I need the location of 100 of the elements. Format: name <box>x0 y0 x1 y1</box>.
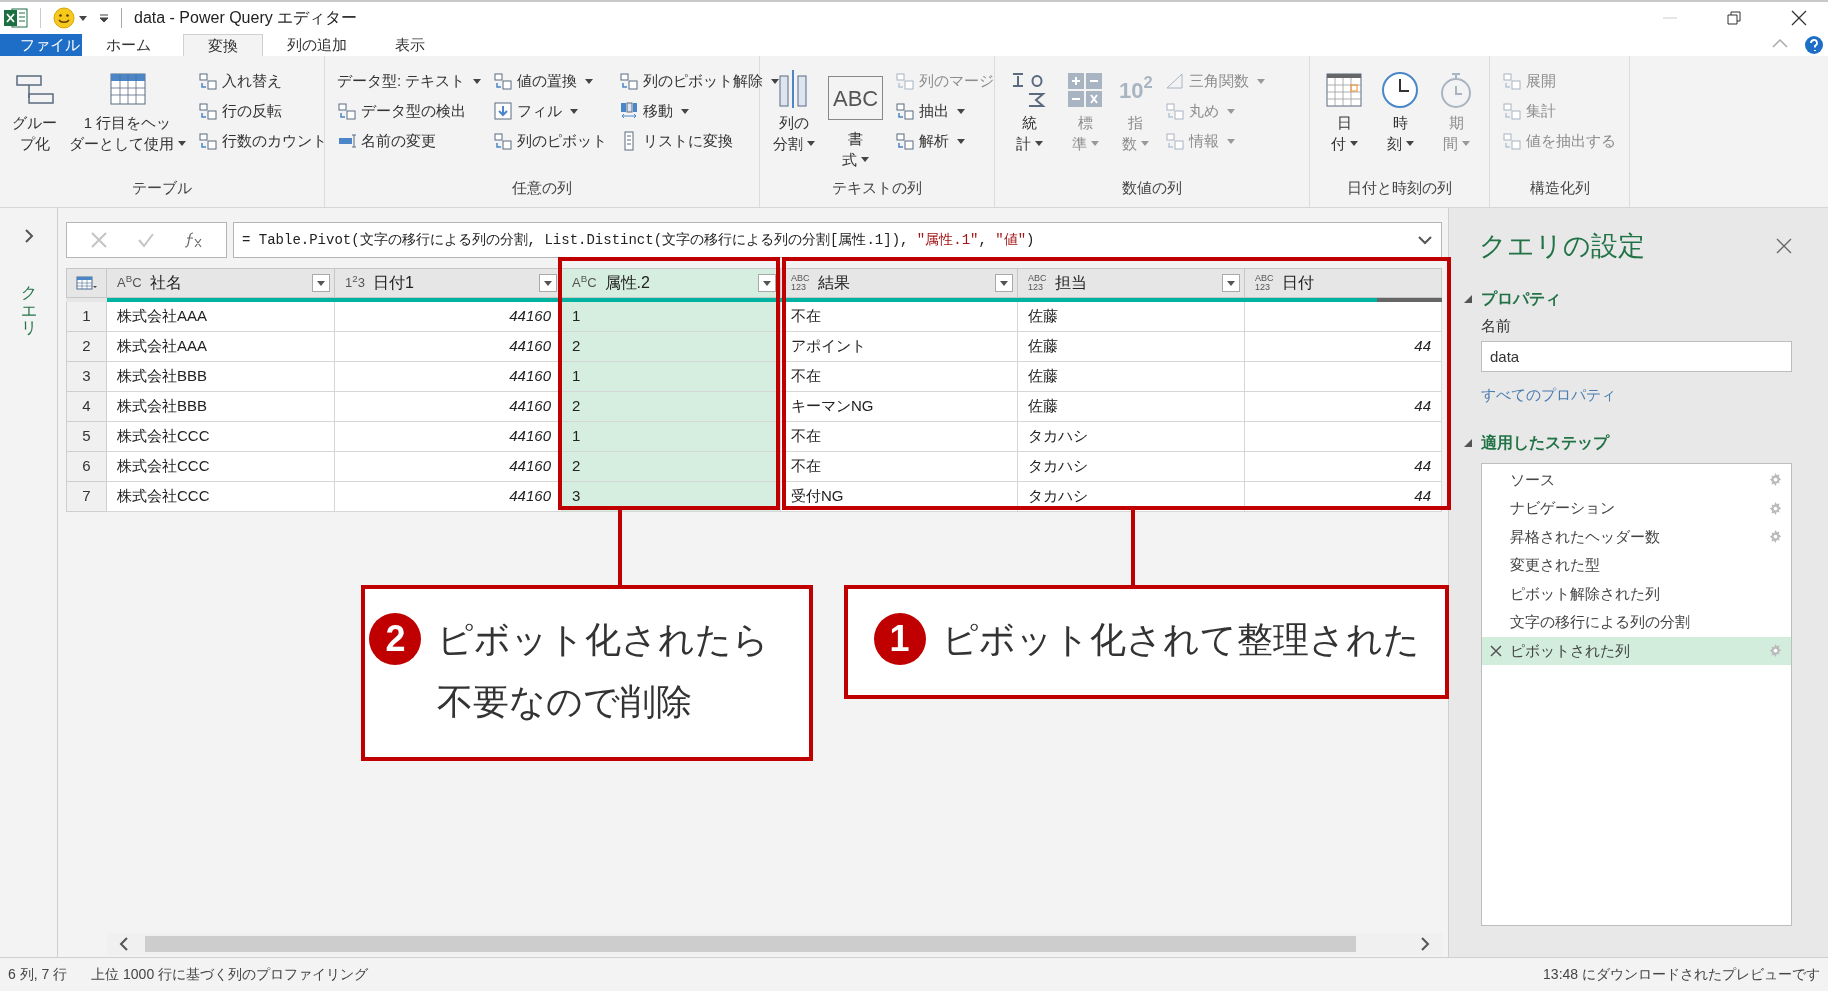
applied-step[interactable]: ナビゲーション <box>1482 494 1791 523</box>
data-type-icon[interactable]: 1$^{2}$3 <box>345 273 365 293</box>
text-format-icon: ABC <box>828 76 884 120</box>
cell-value: 44 <box>1414 336 1431 357</box>
data-type-icon[interactable]: ABC 123 <box>1028 274 1047 292</box>
file-tab[interactable]: ファイル <box>0 34 82 56</box>
step-label: 変更された型 <box>1510 555 1601 575</box>
ribbon-button[interactable]: データ型の検出 <box>337 98 482 124</box>
cell-value: 佐藤 <box>1028 366 1058 387</box>
ribbon-button[interactable]: 列のピボット <box>493 128 608 154</box>
status-preview: 13:48 にダウンロードされたプレビューです <box>1543 965 1820 984</box>
group-label: 構造化列 <box>1529 177 1590 198</box>
ribbon-button[interactable]: グルー プ化 <box>12 68 57 154</box>
ribbon-tab[interactable]: 列の追加 <box>263 34 371 56</box>
queries-label[interactable]: クエリ <box>20 284 37 337</box>
cell-value: 44160 <box>509 486 551 507</box>
row-number: 7 <box>66 482 107 512</box>
cell-value: キーマンNG <box>791 396 874 417</box>
ribbon-button[interactable]: 時 刻 <box>1378 68 1422 154</box>
ribbon-tab[interactable]: 変換 <box>183 34 263 56</box>
ribbon-tab[interactable]: ホーム <box>82 34 175 56</box>
cell-value: 2 <box>572 336 581 357</box>
cell-value: 株式会社CCC <box>117 456 210 477</box>
ribbon-button[interactable]: 値の置換 <box>493 68 608 94</box>
cell-value: 3 <box>572 486 581 507</box>
cell-value: 不在 <box>791 366 821 387</box>
applied-step[interactable]: 変更された型 <box>1482 551 1791 580</box>
column-name: 属性.2 <box>604 273 651 293</box>
cell-value: 佐藤 <box>1028 396 1058 417</box>
section-heading: 適用したステップ <box>1481 432 1609 453</box>
cell-value: 44 <box>1414 456 1431 477</box>
cell-value: 不在 <box>791 306 821 327</box>
row-number: 4 <box>66 392 107 422</box>
cell-value: 44160 <box>509 426 551 447</box>
applied-step[interactable]: ピボットされた列 <box>1482 636 1791 665</box>
cell-value: 44160 <box>509 336 551 357</box>
row-number: 2 <box>66 332 107 362</box>
status-profiling: 上位 1000 行に基づく列のプロファイリング <box>91 965 369 984</box>
applied-step[interactable]: 昇格されたヘッダー数 <box>1482 522 1791 551</box>
applied-step[interactable]: ソース <box>1482 465 1791 494</box>
data-type-icon[interactable]: ABC 123 <box>791 274 810 292</box>
applied-step[interactable]: ピボット解除された列 <box>1482 579 1791 608</box>
cell-value: アポイント <box>791 336 866 357</box>
ribbon-button[interactable]: 行数のカウント <box>198 128 327 154</box>
cell-value: 44160 <box>509 456 551 477</box>
row-number: 1 <box>66 302 107 332</box>
cell-value: 佐藤 <box>1028 336 1058 357</box>
cell-value: 1 <box>572 426 581 447</box>
group-label: 日付と時刻の列 <box>1347 177 1452 198</box>
cell-value: 不在 <box>791 456 821 477</box>
column-header[interactable]: A$^{B}$C 社名 <box>107 268 335 298</box>
ribbon-button[interactable]: 統 計 <box>1007 68 1051 154</box>
cell-value: 2 <box>572 396 581 417</box>
data-type-icon[interactable]: A$^{B}$C <box>572 273 597 293</box>
formula-bar[interactable]: = Table.Pivot(文字の移行による列の分割, List.Distinct(文字の移行による列の分割[属性.1]), "属性.1", "値") <box>233 222 1442 258</box>
cell-value: タカハシ <box>1028 486 1088 507</box>
cell-value: タカハシ <box>1028 456 1088 477</box>
cell-value: 株式会社AAA <box>117 336 207 357</box>
ribbon-tab[interactable]: 表示 <box>371 34 449 56</box>
ribbon-button[interactable]: フィル <box>493 98 608 124</box>
applied-step[interactable]: 文字の移行による列の分割 <box>1482 608 1791 637</box>
ribbon-button[interactable]: 入れ替え <box>198 68 327 94</box>
step-label: 文字の移行による列の分割 <box>1510 612 1691 632</box>
status-counts: 6 列, 7 行 <box>8 965 68 984</box>
exponent-icon: 10$^{2}$ <box>1119 68 1153 112</box>
callout-text: ピボット化されて整理された <box>941 618 1420 662</box>
column-name: 社名 <box>149 273 183 293</box>
group-label: 任意の列 <box>512 177 572 198</box>
window-title: data - Power Query エディター <box>134 8 358 28</box>
ribbon-button[interactable]: 1 行目をヘッ ダーとして使用 <box>69 68 186 154</box>
row-number: 6 <box>66 452 107 482</box>
cell-value: 株式会社BBB <box>117 396 207 417</box>
row-number: 5 <box>66 422 107 452</box>
data-type-icon[interactable]: A$^{B}$C <box>117 273 142 293</box>
cell-value: 44160 <box>509 366 551 387</box>
cell-value: 1 <box>572 306 581 327</box>
ribbon-button[interactable]: 抽出 <box>895 98 995 124</box>
column-name: 日付1 <box>372 273 415 293</box>
ribbon-button[interactable]: 行の反転 <box>198 98 327 124</box>
column-name: 日付 <box>1281 273 1315 293</box>
cell-value: 2 <box>572 456 581 477</box>
cell-value: 受付NG <box>791 486 844 507</box>
name-field[interactable]: data <box>1481 341 1792 372</box>
cell-value: 1 <box>572 366 581 387</box>
cell-value: 44 <box>1414 486 1431 507</box>
ribbon-button[interactable]: 解析 <box>895 128 995 154</box>
ribbon-button[interactable]: ABC 書 式 <box>828 68 884 170</box>
column-name: 結果 <box>817 273 851 293</box>
column-name: 担当 <box>1054 273 1088 293</box>
step-number-badge: 1 <box>873 613 926 665</box>
ribbon-button[interactable]: 日 付 <box>1322 68 1366 154</box>
data-type-icon[interactable]: ABC 123 <box>1255 274 1274 292</box>
all-properties-link[interactable]: すべてのプロパティ <box>1481 384 1792 407</box>
formula-text: = Table.Pivot(文字の移行による列の分割, List.Distinct(文字の移行による列の分割[属性.1]), "属性.1", "値") <box>242 230 1036 250</box>
ribbon-button[interactable]: データ型: テキスト <box>337 68 482 94</box>
column-header[interactable]: A$^{B}$C 属性.2 <box>562 268 781 298</box>
cell-value: 株式会社BBB <box>117 366 207 387</box>
cell-value: 株式会社AAA <box>117 306 207 327</box>
field-label: 名前 <box>1481 315 1512 336</box>
ribbon-button[interactable]: 名前の変更 <box>337 128 482 154</box>
